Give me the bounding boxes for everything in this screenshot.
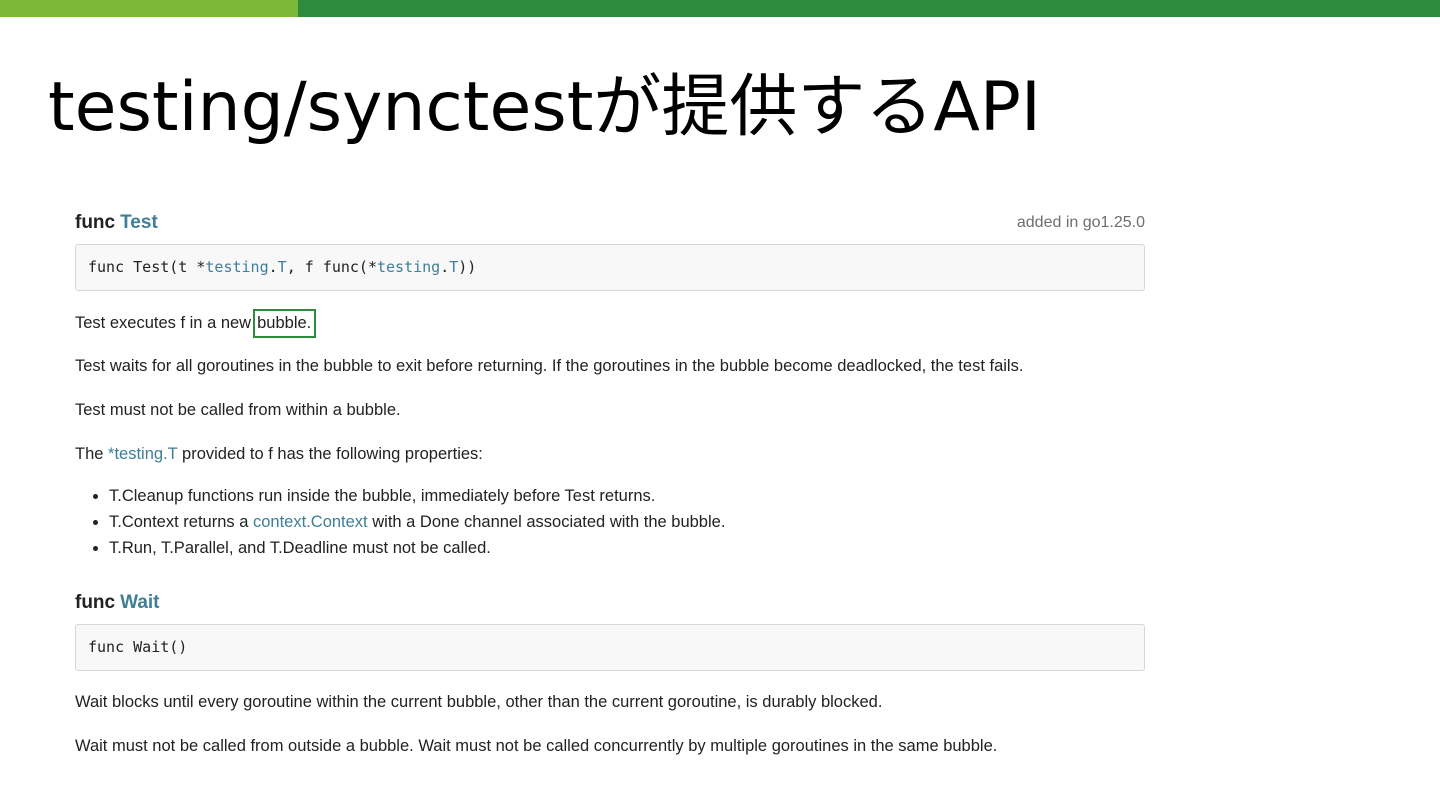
accent-bar-light-segment (0, 0, 298, 17)
list-item: T.Cleanup functions run inside the bubbl… (109, 483, 1145, 509)
accent-bar-dark-segment (298, 0, 1440, 17)
slide-accent-bar (0, 0, 1440, 17)
properties-list: T.Cleanup functions run inside the bubbl… (75, 483, 1145, 561)
testing-t-properties-paragraph: The *testing.T provided to f has the fol… (75, 443, 1145, 465)
signature-text: )) (458, 258, 477, 276)
wait-description-paragraph: Wait blocks until every goroutine within… (75, 693, 883, 711)
testing-package-link[interactable]: testing (205, 258, 268, 276)
func-test-anchor-link[interactable]: Test (120, 212, 158, 233)
test-restriction-paragraph: Test must not be called from within a bu… (75, 401, 401, 419)
signature-dot: . (268, 258, 278, 276)
func-test-signature: func Test(t *testing.T, f func(*testing.… (75, 244, 1145, 291)
testing-t-type-link[interactable]: T (278, 258, 287, 276)
testing-t-type-link[interactable]: T (449, 258, 458, 276)
paragraph-text: The (75, 445, 104, 463)
func-keyword: func (75, 592, 116, 613)
test-description-text: Test executes f in a new (75, 314, 252, 332)
slide-title: testing/synctestが提供するAPI (48, 68, 1041, 147)
doc-content: func Test added in go1.25.0 func Test(t *… (75, 207, 1145, 757)
test-waits-paragraph: Test waits for all goroutines in the bub… (75, 357, 1024, 375)
version-badge: added in go1.25.0 (1016, 214, 1145, 231)
func-test-heading: func Test added in go1.25.0 (75, 207, 1145, 239)
func-keyword: func (75, 212, 116, 233)
func-wait-heading: func Wait (75, 587, 1145, 619)
list-item-text: T.Context returns a (109, 513, 249, 531)
context-context-link[interactable]: context.Context (253, 513, 368, 531)
list-item: T.Context returns a context.Context with… (109, 509, 1145, 535)
list-item-text: with a Done channel associated with the … (372, 513, 726, 531)
wait-restriction-paragraph: Wait must not be called from outside a b… (75, 737, 998, 755)
paragraph-text: provided to f has the following properti… (182, 445, 483, 463)
signature-dot: . (440, 258, 450, 276)
signature-text: func Test(t * (88, 258, 206, 276)
list-item: T.Run, T.Parallel, and T.Deadline must n… (109, 535, 1145, 561)
signature-text: , f func(* (286, 258, 377, 276)
test-description-paragraph: Test executes f in a new bubble. (75, 309, 1145, 338)
testing-package-link[interactable]: testing (377, 258, 440, 276)
func-wait-anchor-link[interactable]: Wait (120, 592, 159, 613)
testing-t-link[interactable]: *testing.T (108, 445, 177, 463)
func-wait-signature: func Wait() (75, 624, 1145, 671)
bubble-highlight-box: bubble. (253, 309, 317, 338)
